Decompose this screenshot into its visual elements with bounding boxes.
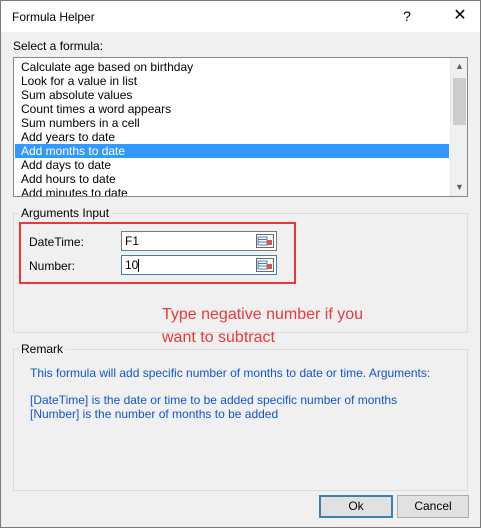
list-item[interactable]: Count times a word appears [15, 102, 449, 116]
cancel-button[interactable]: Cancel [397, 495, 469, 518]
remark-line-1: This formula will add specific number of… [30, 366, 431, 380]
list-item[interactable]: Add days to date [15, 158, 449, 172]
annotation-text: Type negative number if you want to subt… [162, 303, 363, 349]
window-title: Formula Helper [12, 10, 95, 24]
formula-helper-dialog: Formula Helper ? ✕ Select a formula: Cal… [0, 0, 481, 528]
scroll-down-icon[interactable]: ▼ [451, 179, 467, 196]
annotation-line-2: want to subtract [162, 329, 275, 346]
number-field[interactable]: 10 [121, 255, 277, 275]
arguments-group-label: Arguments Input [19, 206, 112, 220]
list-item[interactable]: Sum absolute values [15, 88, 449, 102]
ok-button[interactable]: Ok [319, 495, 393, 518]
list-item[interactable]: Calculate age based on birthday [15, 60, 449, 74]
help-button[interactable]: ? [395, 5, 419, 27]
remark-line-3: [Number] is the number of months to be a… [30, 407, 279, 421]
scroll-up-icon[interactable]: ▲ [451, 58, 467, 75]
list-item[interactable]: Add years to date [15, 130, 449, 144]
range-select-icon[interactable] [256, 258, 274, 272]
range-select-icon[interactable] [256, 234, 274, 248]
datetime-value: F1 [125, 234, 140, 248]
list-item[interactable]: Sum numbers in a cell [15, 116, 449, 130]
list-item[interactable]: Add minutes to date [15, 186, 449, 196]
list-item-selected[interactable]: Add months to date [15, 144, 449, 158]
scroll-thumb[interactable] [453, 78, 466, 125]
select-formula-label: Select a formula: [13, 39, 104, 53]
formula-listbox[interactable]: Calculate age based on birthday Look for… [13, 57, 468, 197]
number-label: Number: [29, 259, 76, 273]
remark-group-label: Remark [19, 342, 66, 356]
annotation-line-1: Type negative number if you [162, 306, 364, 323]
list-item[interactable]: Look for a value in list [15, 74, 449, 88]
datetime-label: DateTime: [29, 235, 84, 249]
number-value: 10 [125, 258, 139, 272]
listbox-scrollbar[interactable]: ▲ ▼ [450, 58, 467, 196]
close-button[interactable]: ✕ [448, 5, 472, 27]
title-bar: Formula Helper ? ✕ [1, 1, 480, 32]
remark-line-2: [DateTime] is the date or time to be add… [30, 393, 398, 407]
list-item[interactable]: Add hours to date [15, 172, 449, 186]
text-cursor [138, 259, 140, 273]
datetime-field[interactable]: F1 [121, 231, 277, 251]
